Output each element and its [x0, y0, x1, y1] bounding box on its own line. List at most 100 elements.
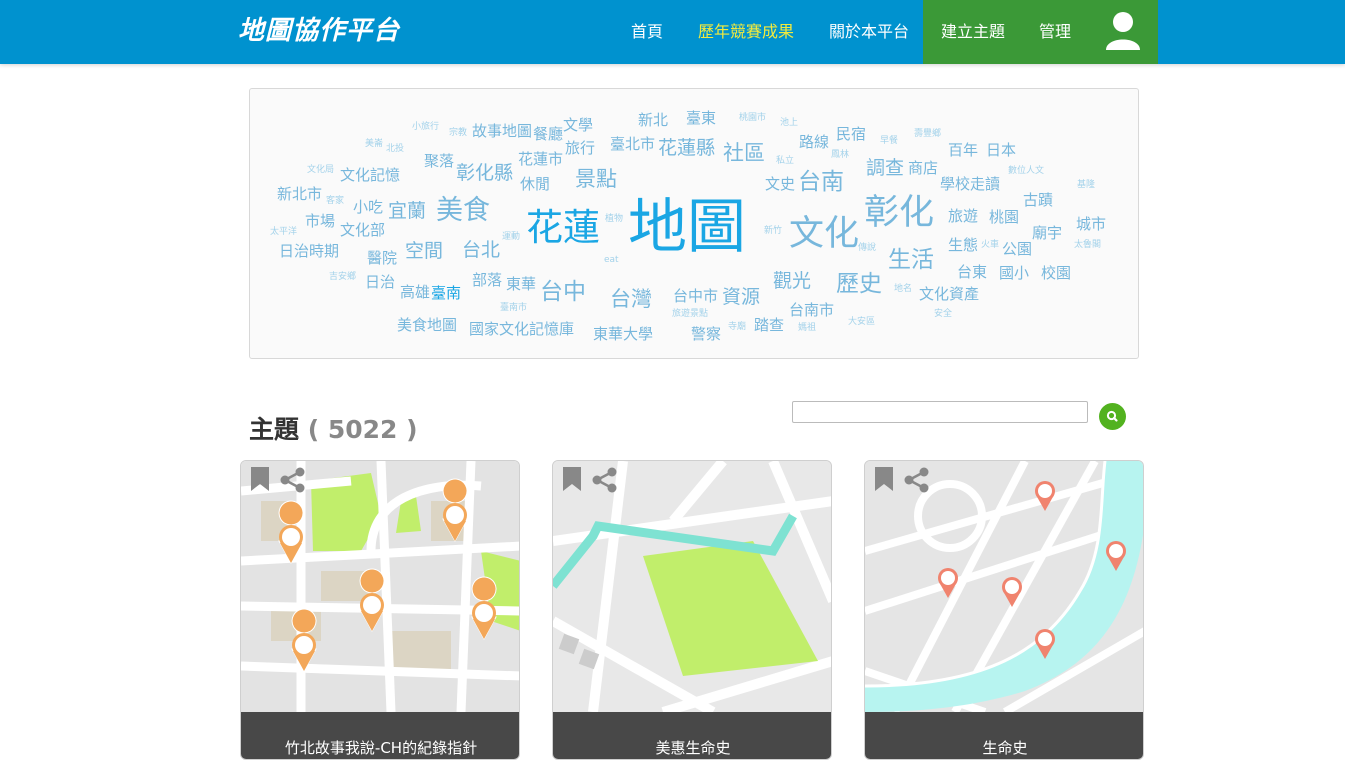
tag-cloud-word[interactable]: 市場 [305, 214, 335, 229]
tag-cloud-word[interactable]: 植物 [605, 215, 623, 224]
tag-cloud-word[interactable]: 台南市 [789, 303, 834, 318]
tag-cloud-word[interactable]: 新竹 [764, 227, 782, 236]
tag-cloud-word[interactable]: 聚落 [424, 154, 454, 169]
tag-cloud-word[interactable]: 旅遊景點 [672, 310, 708, 319]
tag-cloud-word[interactable]: 池上 [780, 119, 798, 128]
tag-cloud-word[interactable]: 桃園市 [739, 114, 766, 123]
tag-cloud-word[interactable]: 高雄 [400, 285, 430, 300]
nav-home[interactable]: 首頁 [631, 0, 663, 64]
tag-cloud-word[interactable]: 文化部 [340, 223, 385, 238]
tag-cloud-word[interactable]: 早餐 [880, 137, 898, 146]
tag-cloud-word[interactable]: 日治 [365, 275, 395, 290]
tag-cloud-word[interactable]: 北投 [386, 145, 404, 154]
tag-cloud-word[interactable]: 地圖 [628, 197, 746, 256]
topic-card[interactable]: 美惠生命史 [552, 460, 832, 760]
search-input[interactable] [792, 401, 1088, 423]
tag-cloud-word[interactable]: 民宿 [836, 127, 866, 142]
tag-cloud-word[interactable]: 台灣 [610, 289, 652, 310]
tag-cloud-word[interactable]: 台中市 [673, 289, 718, 304]
nav-contest-results[interactable]: 歷年競賽成果 [698, 0, 794, 64]
tag-cloud-word[interactable]: 國家文化記憶庫 [469, 322, 574, 337]
tag-cloud-word[interactable]: 歷史 [836, 273, 882, 296]
tag-cloud-word[interactable]: 醫院 [367, 251, 397, 266]
nav-create-topic[interactable]: 建立主題 [941, 0, 1005, 64]
card-title[interactable]: 美惠生命史 [553, 712, 831, 759]
nav-admin[interactable]: 管理 [1039, 0, 1071, 64]
tag-cloud-word[interactable]: 文史 [765, 177, 795, 192]
tag-cloud-word[interactable]: 台中 [540, 281, 586, 304]
tag-cloud-word[interactable]: 日治時期 [279, 244, 339, 259]
tag-cloud-word[interactable]: 小吃 [353, 200, 383, 215]
topic-card[interactable]: 生命史 [864, 460, 1144, 760]
tag-cloud-word[interactable]: 私立 [776, 157, 794, 166]
tag-cloud-word[interactable]: 百年 [948, 143, 978, 158]
tag-cloud-word[interactable]: 旅遊 [948, 209, 978, 224]
tag-cloud-word[interactable]: 空間 [405, 242, 443, 261]
tag-cloud-word[interactable]: 生態 [948, 238, 978, 253]
topic-card[interactable]: 竹北故事我說-CH的紀錄指針 [240, 460, 520, 760]
tag-cloud-word[interactable]: 臺南 [431, 286, 461, 301]
tag-cloud-word[interactable]: 太魯閣 [1074, 241, 1101, 250]
tag-cloud-word[interactable]: 傳說 [858, 244, 876, 253]
tag-cloud-word[interactable]: 小旅行 [412, 123, 439, 132]
card-title[interactable]: 竹北故事我說-CH的紀錄指針 [241, 712, 519, 759]
tag-cloud-word[interactable]: 美食地圖 [397, 318, 457, 333]
tag-cloud-word[interactable]: 臺南市 [500, 304, 527, 313]
tag-cloud-word[interactable]: 餐廳 [533, 127, 563, 142]
tag-cloud-word[interactable]: 文學 [563, 118, 593, 133]
tag-cloud-word[interactable]: 花蓮 [526, 209, 600, 246]
tag-cloud-word[interactable]: 社區 [723, 143, 765, 164]
tag-cloud-word[interactable]: 東華大學 [593, 327, 653, 342]
tag-cloud-word[interactable]: 基隆 [1077, 181, 1095, 190]
tag-cloud-word[interactable]: 景點 [575, 169, 617, 190]
tag-cloud-word[interactable]: 校園 [1041, 266, 1071, 281]
tag-cloud-word[interactable]: 休閒 [520, 177, 550, 192]
tag-cloud-word[interactable]: 美食 [436, 197, 490, 224]
tag-cloud-word[interactable]: 資源 [722, 288, 760, 307]
tag-cloud-word[interactable]: 美崙 [365, 140, 383, 149]
tag-cloud-word[interactable]: 宗教 [449, 129, 467, 138]
tag-cloud-word[interactable]: 臺東 [686, 111, 716, 126]
tag-cloud-word[interactable]: 日本 [986, 143, 1016, 158]
tag-cloud-word[interactable]: 旅行 [565, 141, 595, 156]
tag-cloud-word[interactable]: 國小 [999, 266, 1029, 281]
tag-cloud-word[interactable]: 宜蘭 [388, 202, 426, 221]
tag-cloud-word[interactable]: 城市 [1076, 217, 1106, 232]
tag-cloud-word[interactable]: 花蓮縣 [658, 139, 715, 158]
tag-cloud-word[interactable]: 新北 [638, 113, 668, 128]
tag-cloud-word[interactable]: 公園 [1002, 242, 1032, 257]
tag-cloud-word[interactable]: 運動 [502, 233, 520, 242]
tag-cloud-word[interactable]: 生活 [888, 249, 934, 272]
tag-cloud-word[interactable]: 台東 [957, 265, 987, 280]
tag-cloud-word[interactable]: 彰化 [864, 196, 934, 231]
tag-cloud-word[interactable]: 彰化縣 [456, 164, 513, 183]
tag-cloud-word[interactable]: 花蓮市 [518, 152, 563, 167]
tag-cloud-word[interactable]: 安全 [934, 310, 952, 319]
tag-cloud-word[interactable]: 文化 [789, 217, 859, 252]
tag-cloud-word[interactable]: 商店 [908, 161, 938, 176]
tag-cloud-word[interactable]: 太平洋 [270, 228, 297, 237]
tag-cloud-word[interactable]: 部落 [472, 273, 502, 288]
tag-cloud-word[interactable]: 文化局 [307, 166, 334, 175]
tag-cloud-word[interactable]: 數位人文 [1008, 167, 1044, 176]
tag-cloud-word[interactable]: 台北 [462, 241, 500, 260]
tag-cloud-word[interactable]: 文化資產 [919, 287, 979, 302]
tag-cloud-word[interactable]: 廟宇 [1032, 226, 1062, 241]
tag-cloud-word[interactable]: 臺北市 [610, 137, 655, 152]
tag-cloud-word[interactable]: 地名 [894, 285, 912, 294]
tag-cloud-word[interactable]: 踏查 [754, 318, 784, 333]
tag-cloud-word[interactable]: 桃園 [989, 210, 1019, 225]
tag-cloud-word[interactable]: 火車 [981, 241, 999, 250]
tag-cloud-word[interactable]: 觀光 [773, 272, 811, 291]
tag-cloud-word[interactable]: 寺廟 [728, 323, 746, 332]
site-logo[interactable]: 地圖協作平台 [238, 10, 400, 47]
tag-cloud-word[interactable]: 調查 [866, 159, 904, 178]
tag-cloud-word[interactable]: eat [604, 256, 619, 265]
tag-cloud-word[interactable]: 學校走讀 [940, 177, 1000, 192]
tag-cloud-word[interactable]: 媽祖 [798, 324, 816, 333]
tag-cloud-word[interactable]: 東華 [506, 277, 536, 292]
user-icon[interactable] [1104, 10, 1142, 52]
tag-cloud-word[interactable]: 古蹟 [1023, 193, 1053, 208]
nav-about[interactable]: 關於本平台 [829, 0, 909, 64]
tag-cloud-word[interactable]: 文化記憶 [340, 168, 400, 183]
